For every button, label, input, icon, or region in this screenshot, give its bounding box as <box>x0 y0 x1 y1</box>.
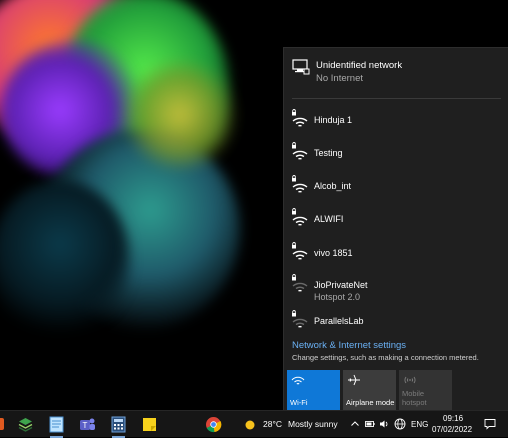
clock-time: 09:16 <box>443 414 464 423</box>
taskbar-app-calculator[interactable] <box>110 416 127 438</box>
weather-widget[interactable]: 28°C Mostly sunny <box>243 416 343 433</box>
weather-condition: Mostly sunny <box>288 419 338 429</box>
taskbar-app-notepad[interactable] <box>48 416 65 438</box>
secured-wifi-icon <box>292 208 308 226</box>
network-item-jioprivatenet[interactable]: JioPrivateNet Hotspot 2.0 <box>284 270 508 302</box>
taskbar-app-layers[interactable] <box>17 416 34 433</box>
battery-icon[interactable] <box>365 419 375 429</box>
tile-label: Wi-Fi <box>290 398 308 407</box>
airplane-icon <box>348 374 360 386</box>
secured-wifi-icon <box>292 310 308 328</box>
connection-name: Unidentified network <box>316 60 403 71</box>
network-name: ALWIFI <box>314 214 344 224</box>
weather-temperature: 28°C <box>263 419 282 429</box>
divider <box>292 98 501 99</box>
current-connection[interactable]: Unidentified network No Internet <box>284 48 508 98</box>
wallpaper-blob <box>120 60 240 170</box>
network-item-alwifi[interactable]: ALWIFI <box>284 204 508 234</box>
network-subtitle: Hotspot 2.0 <box>314 292 361 302</box>
network-item-testing[interactable]: Testing <box>284 138 508 168</box>
globe-icon[interactable] <box>394 418 406 430</box>
taskbar-app-teams[interactable]: T <box>79 416 96 433</box>
network-item-parallelslab[interactable]: ParallelsLab <box>284 306 508 336</box>
wifi-icon <box>291 376 305 385</box>
taskbar-app-orange[interactable] <box>0 416 11 433</box>
connection-status: No Internet <box>316 73 363 84</box>
clock-date: 07/02/2022 <box>432 425 473 434</box>
taskbar-app-sticky-notes[interactable] <box>141 416 158 433</box>
notepad-app-icon <box>49 416 64 433</box>
tile-label-line: Mobile <box>402 389 425 398</box>
teams-app-icon: T <box>80 418 95 430</box>
notification-icon[interactable] <box>484 418 496 430</box>
airplane-mode-tile[interactable]: Airplane mode <box>343 370 396 410</box>
svg-text:T: T <box>83 421 88 430</box>
tile-label: Mobile hotspot <box>402 389 427 407</box>
secured-wifi-icon <box>292 242 308 260</box>
secured-wifi-icon <box>292 109 308 127</box>
chevron-up-icon[interactable] <box>350 419 360 429</box>
volume-icon[interactable] <box>379 419 389 429</box>
taskbar: T 28°C Mostly sunny ENG 09:16 07/02/2022 <box>0 410 508 438</box>
network-flyout: Unidentified network No Internet Hinduja… <box>283 47 508 410</box>
language-indicator[interactable]: ENG <box>411 420 428 429</box>
network-name: ParallelsLab <box>314 316 364 326</box>
network-item-alcob-int[interactable]: Alcob_int <box>284 171 508 201</box>
secured-wifi-icon <box>292 142 308 160</box>
hotspot-icon <box>404 376 416 384</box>
chrome-app-icon <box>206 417 222 433</box>
network-item-vivo-1851[interactable]: vivo 1851 <box>284 238 508 268</box>
wifi-toggle-tile[interactable]: Wi-Fi <box>287 370 340 410</box>
network-name: vivo 1851 <box>314 248 353 258</box>
taskbar-app-chrome[interactable] <box>205 416 222 433</box>
network-name: Alcob_int <box>314 181 352 191</box>
network-settings-description: Change settings, such as making a connec… <box>292 353 479 362</box>
sun-icon <box>245 420 255 430</box>
sticky-notes-app-icon <box>143 418 156 431</box>
mobile-hotspot-tile[interactable]: Mobile hotspot <box>399 370 452 410</box>
secured-wifi-icon <box>292 175 308 193</box>
network-name: Testing <box>314 148 343 158</box>
calculator-app-icon <box>111 416 126 433</box>
secured-wifi-icon <box>292 274 308 292</box>
network-settings-link[interactable]: Network & Internet settings <box>292 340 406 351</box>
tile-label-line: hotspot <box>402 398 427 407</box>
network-item-hinduja-1[interactable]: Hinduja 1 <box>284 105 508 135</box>
ethernet-icon <box>292 59 310 75</box>
app-icon <box>0 418 4 430</box>
network-name: JioPrivateNet <box>314 280 368 290</box>
network-name: Hinduja 1 <box>314 115 353 125</box>
clock[interactable]: 09:16 07/02/2022 <box>432 413 474 435</box>
layers-app-icon <box>18 418 33 432</box>
tile-label: Airplane mode <box>346 398 395 407</box>
